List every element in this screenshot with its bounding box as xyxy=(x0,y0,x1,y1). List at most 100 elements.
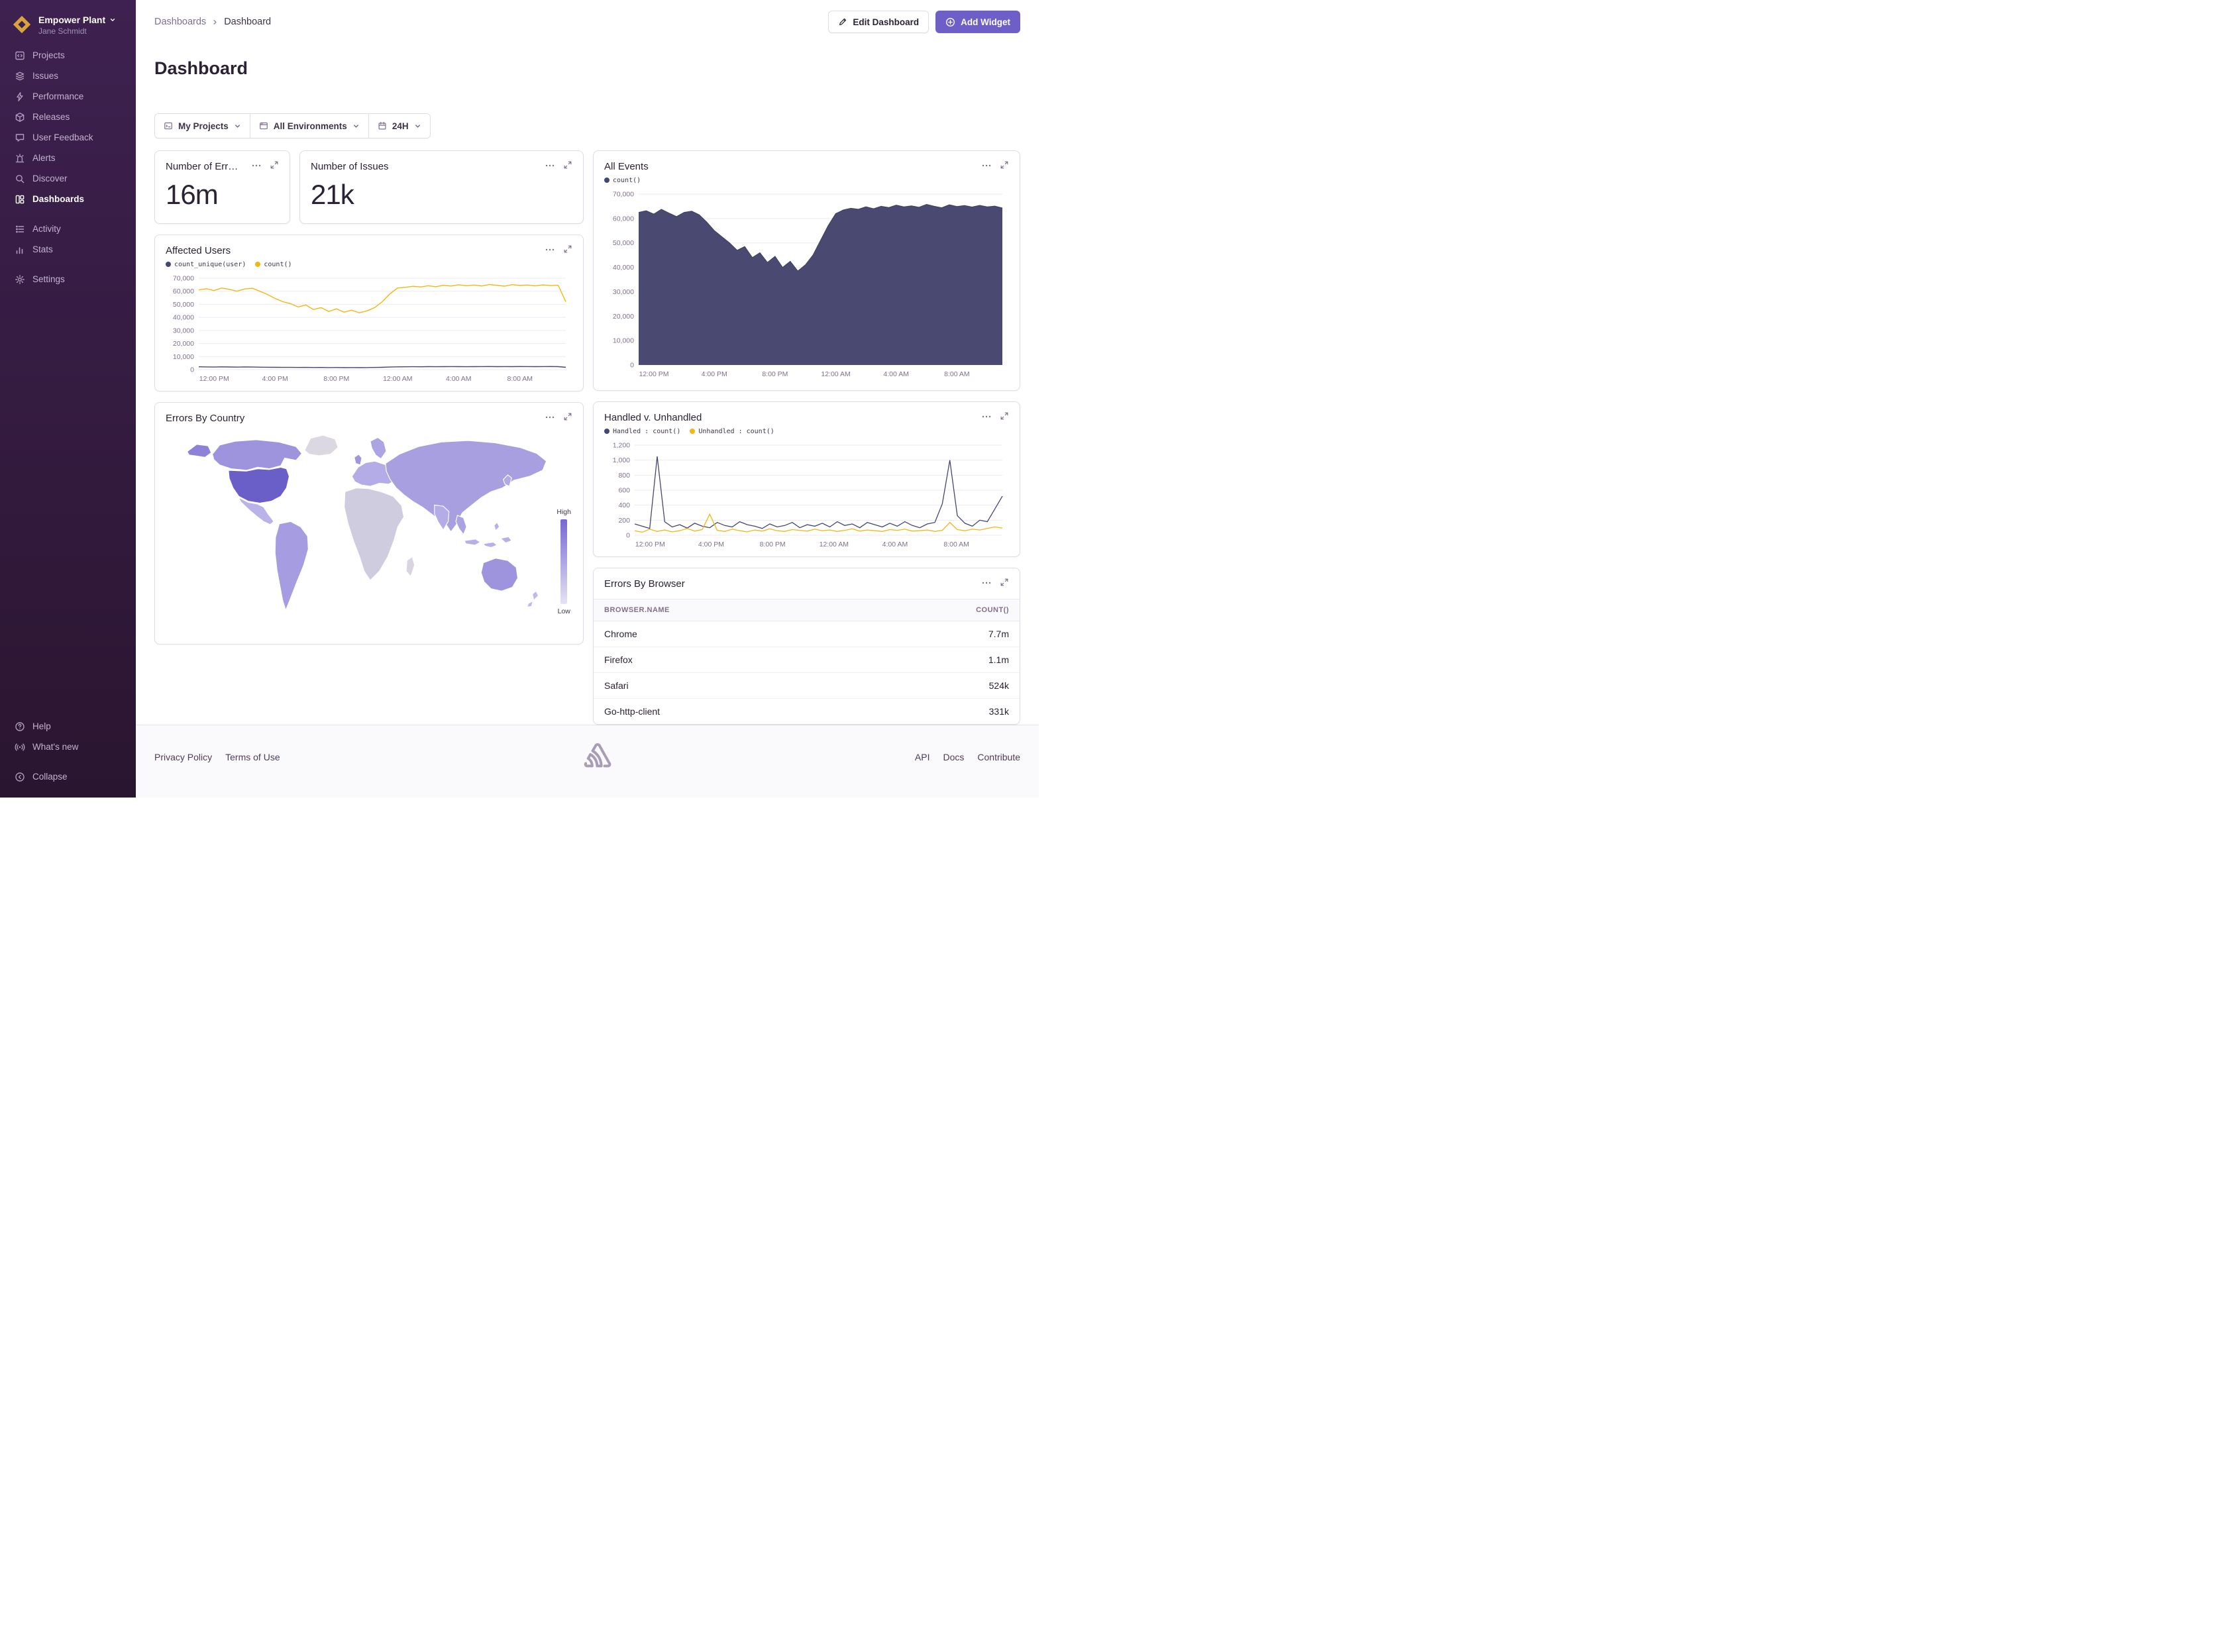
breadcrumb-dashboards[interactable]: Dashboards xyxy=(154,17,206,27)
sidebar-item-stats[interactable]: Stats xyxy=(0,239,136,260)
browser-name: Go-http-client xyxy=(604,706,660,717)
org-switcher[interactable]: Empower Plant Jane Schmidt xyxy=(0,12,136,45)
edit-dashboard-button[interactable]: Edit Dashboard xyxy=(828,11,929,33)
widget-all-events[interactable]: All Events count() 010,00020,00030,00040… xyxy=(593,150,1020,391)
footer-links-right: API Docs Contribute xyxy=(915,752,1020,762)
sidebar-item-label: Stats xyxy=(32,244,53,255)
api-link[interactable]: API xyxy=(915,752,930,762)
widget-menu-icon[interactable] xyxy=(545,160,555,171)
legend-dot xyxy=(166,262,171,267)
sidebar-item-performance[interactable]: Performance xyxy=(0,86,136,107)
widget-expand-icon[interactable] xyxy=(1000,411,1009,422)
sidebar-item-help[interactable]: Help xyxy=(0,716,136,737)
discover-icon xyxy=(15,174,25,184)
widget-title: All Events xyxy=(604,160,649,174)
sidebar-item-issues[interactable]: Issues xyxy=(0,66,136,86)
browser-count: 524k xyxy=(989,680,1009,691)
map-region-madagascar xyxy=(406,557,415,577)
widget-expand-icon[interactable] xyxy=(1000,160,1009,171)
projects-filter[interactable]: My Projects xyxy=(155,114,250,138)
map-legend-low: Low xyxy=(558,607,570,615)
sidebar-item-discover[interactable]: Discover xyxy=(0,168,136,189)
svg-text:10,000: 10,000 xyxy=(173,353,194,361)
map-legend-high: High xyxy=(556,508,571,516)
svg-text:50,000: 50,000 xyxy=(173,301,194,309)
map-region-canada xyxy=(213,440,302,470)
legend-dot xyxy=(604,178,610,183)
time-range-filter[interactable]: 24H xyxy=(368,114,430,138)
issues-icon xyxy=(15,71,25,81)
sidebar-bottom: Help What's new Collapse xyxy=(0,716,136,787)
footer-links-left: Privacy Policy Terms of Use xyxy=(154,752,280,762)
widget-expand-icon[interactable] xyxy=(563,244,572,255)
widget-expand-icon[interactable] xyxy=(1000,578,1009,588)
chevron-down-icon xyxy=(109,17,116,23)
widget-handled-unhandled[interactable]: Handled v. Unhandled Handled : count() U… xyxy=(593,401,1020,557)
widget-menu-icon[interactable] xyxy=(545,412,555,423)
widget-menu-icon[interactable] xyxy=(251,160,262,171)
world-map: High Low xyxy=(166,431,572,633)
sidebar-item-activity[interactable]: Activity xyxy=(0,219,136,239)
privacy-policy-link[interactable]: Privacy Policy xyxy=(154,752,212,762)
affected-users-chart: 010,00020,00030,00040,00050,00060,00070,… xyxy=(166,273,572,384)
widget-menu-icon[interactable] xyxy=(981,411,992,422)
sidebar-item-alerts[interactable]: Alerts xyxy=(0,148,136,168)
svg-text:10,000: 10,000 xyxy=(613,337,634,345)
sidebar-collapse-button[interactable]: Collapse xyxy=(0,766,136,787)
performance-icon xyxy=(15,91,25,102)
svg-text:60,000: 60,000 xyxy=(613,215,634,223)
sidebar-item-label: Performance xyxy=(32,91,83,102)
footer: Privacy Policy Terms of Use API Docs Con… xyxy=(136,725,1039,798)
map-region-se-asia xyxy=(456,515,466,535)
svg-text:8:00 PM: 8:00 PM xyxy=(323,375,349,383)
widget-expand-icon[interactable] xyxy=(563,412,572,423)
sidebar-item-projects[interactable]: Projects xyxy=(0,45,136,66)
map-region-philippines xyxy=(494,523,500,531)
sidebar-item-label: Collapse xyxy=(32,771,68,782)
sidebar-item-user-feedback[interactable]: User Feedback xyxy=(0,127,136,148)
widget-errors-by-browser[interactable]: Errors By Browser BROWSER.NAME COUNT() C… xyxy=(593,568,1020,725)
sidebar-item-label: Activity xyxy=(32,223,61,234)
widget-expand-icon[interactable] xyxy=(563,160,572,171)
legend-dot xyxy=(690,429,695,434)
widget-number-of-errors[interactable]: Number of Err… 16m xyxy=(154,150,290,224)
activity-icon xyxy=(15,224,25,234)
widget-errors-by-country[interactable]: Errors By Country xyxy=(154,402,584,645)
svg-text:70,000: 70,000 xyxy=(173,275,194,283)
map-legend: High Low xyxy=(556,508,571,615)
sidebar-item-whats-new[interactable]: What's new xyxy=(0,737,136,757)
widget-affected-users[interactable]: Affected Users count_unique(user) count(… xyxy=(154,234,584,391)
column-count: COUNT() xyxy=(976,606,1009,614)
environments-filter[interactable]: All Environments xyxy=(250,114,368,138)
map-region-alaska xyxy=(187,444,211,458)
org-name: Empower Plant xyxy=(38,15,105,25)
widget-menu-icon[interactable] xyxy=(545,244,555,255)
widget-menu-icon[interactable] xyxy=(981,578,992,588)
svg-text:4:00 AM: 4:00 AM xyxy=(882,541,908,548)
collapse-icon xyxy=(15,772,25,782)
sidebar-item-settings[interactable]: Settings xyxy=(0,269,136,289)
add-widget-button[interactable]: Add Widget xyxy=(935,11,1020,33)
chevron-down-icon xyxy=(234,123,241,130)
sidebar-item-label: Issues xyxy=(32,70,58,81)
svg-text:30,000: 30,000 xyxy=(613,288,634,296)
widget-menu-icon[interactable] xyxy=(981,160,992,171)
map-region-south-america xyxy=(275,521,308,610)
dashboard-grid: Number of Err… 16m Number of Issues xyxy=(136,150,1039,725)
contribute-link[interactable]: Contribute xyxy=(977,752,1020,762)
table-row: Chrome 7.7m xyxy=(594,621,1020,646)
stats-icon xyxy=(15,244,25,255)
docs-link[interactable]: Docs xyxy=(943,752,965,762)
browser-count: 331k xyxy=(989,706,1009,717)
sidebar-item-dashboards[interactable]: Dashboards xyxy=(0,189,136,209)
map-region-usa xyxy=(229,468,290,503)
svg-text:0: 0 xyxy=(630,362,634,370)
sidebar-item-releases[interactable]: Releases xyxy=(0,107,136,127)
terms-of-use-link[interactable]: Terms of Use xyxy=(225,752,280,762)
table-row: Safari 524k xyxy=(594,672,1020,698)
widget-number-of-issues[interactable]: Number of Issues 21k xyxy=(299,150,584,224)
svg-text:4:00 AM: 4:00 AM xyxy=(446,375,472,383)
widget-title: Affected Users xyxy=(166,244,231,258)
widget-expand-icon[interactable] xyxy=(270,160,279,171)
calendar-icon xyxy=(378,121,387,130)
